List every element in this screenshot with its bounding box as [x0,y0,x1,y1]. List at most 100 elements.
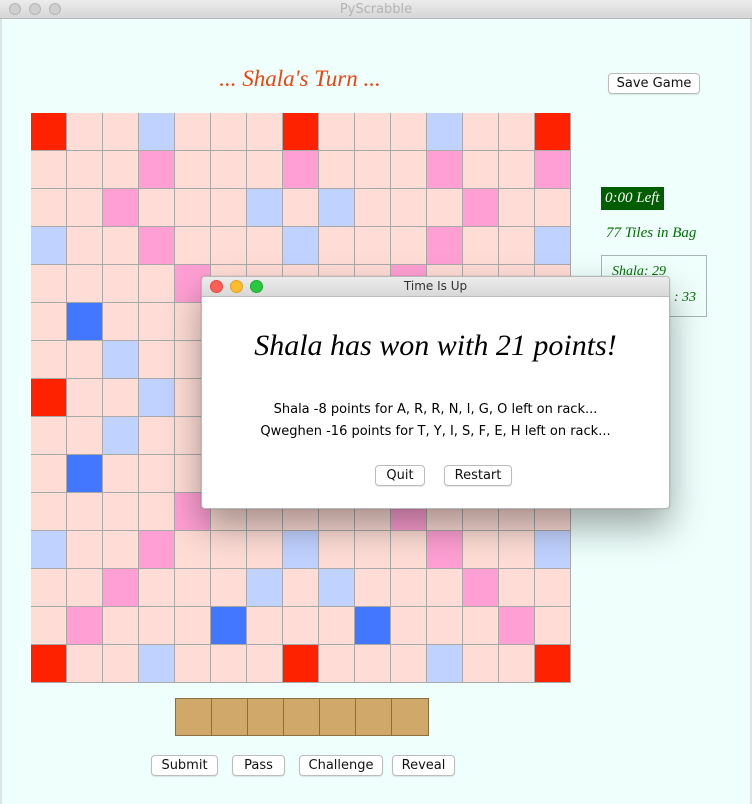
board-square-normal[interactable] [103,493,139,531]
board-square-double-word[interactable] [427,531,463,569]
board-square-normal[interactable] [283,189,319,227]
board-square-normal[interactable] [31,455,67,493]
board-square-triple-word[interactable] [535,645,571,683]
board-square-triple-word[interactable] [31,113,67,151]
board-square-double-letter[interactable] [535,227,571,265]
board-square-normal[interactable] [463,227,499,265]
board-square-normal[interactable] [103,379,139,417]
rack-slot[interactable] [320,699,356,735]
board-square-double-word[interactable] [67,607,103,645]
board-square-normal[interactable] [535,189,571,227]
submit-button[interactable]: Submit [151,755,218,776]
board-square-triple-letter[interactable] [355,607,391,645]
board-square-normal[interactable] [67,113,103,151]
board-square-normal[interactable] [391,569,427,607]
board-square-double-letter[interactable] [139,645,175,683]
board-square-normal[interactable] [499,531,535,569]
board-square-normal[interactable] [103,531,139,569]
board-square-normal[interactable] [355,113,391,151]
board-square-normal[interactable] [67,531,103,569]
board-square-normal[interactable] [175,151,211,189]
board-square-normal[interactable] [463,531,499,569]
board-square-normal[interactable] [319,151,355,189]
board-square-normal[interactable] [31,265,67,303]
board-square-double-letter[interactable] [319,569,355,607]
board-square-double-word[interactable] [103,569,139,607]
board-square-normal[interactable] [139,569,175,607]
board-square-normal[interactable] [391,531,427,569]
rack-slot[interactable] [284,699,320,735]
board-square-normal[interactable] [319,113,355,151]
board-square-normal[interactable] [175,227,211,265]
reveal-button[interactable]: Reveal [392,755,455,776]
rack-slot[interactable] [392,699,428,735]
board-square-normal[interactable] [67,227,103,265]
board-square-normal[interactable] [247,113,283,151]
board-square-normal[interactable] [391,645,427,683]
board-square-normal[interactable] [175,607,211,645]
board-square-normal[interactable] [499,113,535,151]
board-square-double-letter[interactable] [139,379,175,417]
board-square-normal[interactable] [535,569,571,607]
board-square-normal[interactable] [355,227,391,265]
board-square-normal[interactable] [499,645,535,683]
board-square-normal[interactable] [31,417,67,455]
board-square-normal[interactable] [103,607,139,645]
board-square-normal[interactable] [103,455,139,493]
board-square-normal[interactable] [355,569,391,607]
board-square-triple-letter[interactable] [67,455,103,493]
board-square-normal[interactable] [283,569,319,607]
board-square-double-word[interactable] [427,227,463,265]
board-square-double-word[interactable] [535,151,571,189]
board-square-normal[interactable] [463,607,499,645]
board-square-normal[interactable] [463,113,499,151]
rack-slot[interactable] [356,699,392,735]
board-square-double-letter[interactable] [31,531,67,569]
board-square-normal[interactable] [31,189,67,227]
board-square-double-letter[interactable] [247,569,283,607]
board-square-double-letter[interactable] [103,341,139,379]
board-square-normal[interactable] [499,569,535,607]
board-square-normal[interactable] [427,569,463,607]
board-square-normal[interactable] [211,227,247,265]
board-square-normal[interactable] [283,607,319,645]
board-square-double-letter[interactable] [427,113,463,151]
board-square-normal[interactable] [31,151,67,189]
board-square-normal[interactable] [211,189,247,227]
board-square-normal[interactable] [175,531,211,569]
board-square-triple-word[interactable] [283,645,319,683]
board-square-normal[interactable] [247,607,283,645]
board-square-normal[interactable] [247,151,283,189]
board-square-normal[interactable] [463,151,499,189]
board-square-normal[interactable] [67,379,103,417]
board-square-normal[interactable] [139,303,175,341]
board-square-double-word[interactable] [463,569,499,607]
board-square-normal[interactable] [355,531,391,569]
board-square-normal[interactable] [391,607,427,645]
board-square-double-letter[interactable] [427,645,463,683]
challenge-button[interactable]: Challenge [299,755,383,776]
board-square-normal[interactable] [175,645,211,683]
board-square-normal[interactable] [103,645,139,683]
board-square-double-word[interactable] [139,151,175,189]
board-square-normal[interactable] [31,341,67,379]
board-square-normal[interactable] [463,645,499,683]
board-square-double-letter[interactable] [283,227,319,265]
board-square-normal[interactable] [103,265,139,303]
board-square-normal[interactable] [355,151,391,189]
board-square-double-word[interactable] [103,189,139,227]
board-square-normal[interactable] [139,341,175,379]
board-square-normal[interactable] [67,493,103,531]
board-square-double-word[interactable] [427,151,463,189]
board-square-normal[interactable] [67,341,103,379]
board-square-normal[interactable] [67,151,103,189]
rack-slot[interactable] [212,699,248,735]
board-square-normal[interactable] [103,303,139,341]
board-square-normal[interactable] [31,569,67,607]
board-square-normal[interactable] [319,645,355,683]
board-square-normal[interactable] [103,151,139,189]
board-square-normal[interactable] [67,645,103,683]
board-square-triple-word[interactable] [31,379,67,417]
board-square-double-letter[interactable] [283,531,319,569]
board-square-normal[interactable] [247,531,283,569]
